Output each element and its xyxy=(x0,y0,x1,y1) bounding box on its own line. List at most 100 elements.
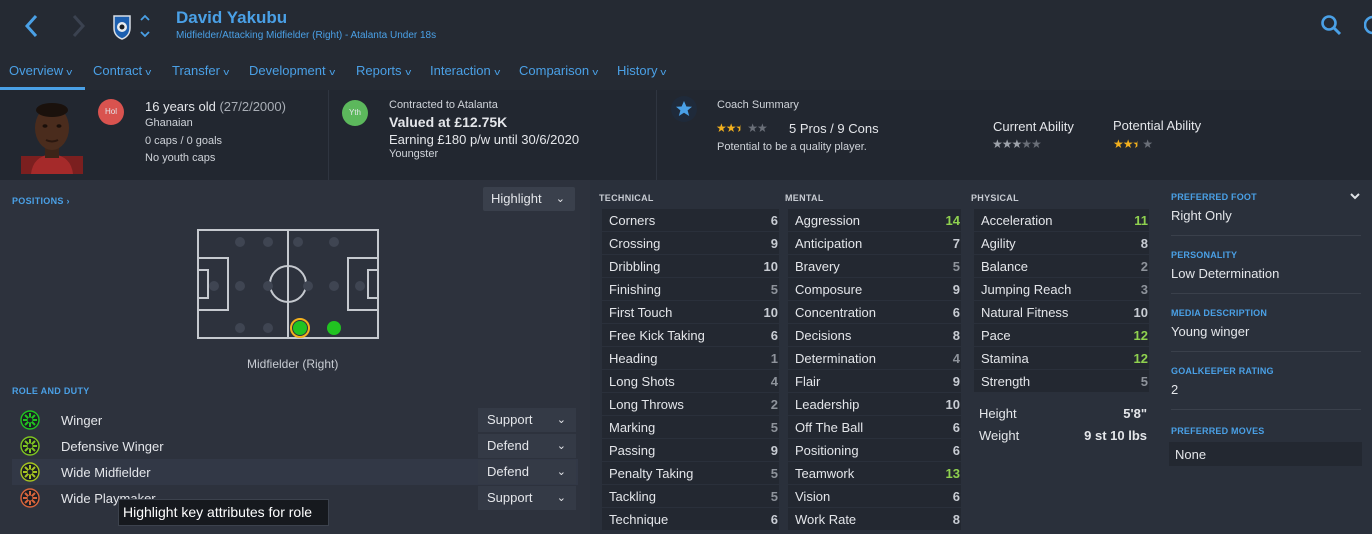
role-suitability-icon xyxy=(20,410,40,430)
divider xyxy=(1171,293,1361,294)
attribute-row[interactable]: Finishing 5 xyxy=(602,278,779,300)
attribute-value: 2 xyxy=(1140,259,1148,274)
divider xyxy=(1171,235,1361,236)
chevron-down-icon: v xyxy=(404,67,411,77)
tab-overview[interactable]: Overview v xyxy=(9,63,72,78)
tab-development[interactable]: Development v xyxy=(249,63,335,78)
attribute-name: Agility xyxy=(981,236,1016,251)
tab-transfer[interactable]: Transfer v xyxy=(172,63,229,78)
attribute-row[interactable]: Natural Fitness 10 xyxy=(974,301,1149,323)
attribute-row[interactable]: Penalty Taking 5 xyxy=(602,462,779,484)
tab-interaction[interactable]: Interaction v xyxy=(430,63,500,78)
collapse-chevron-icon[interactable] xyxy=(1349,189,1361,204)
role-row[interactable]: Winger Support ⌄ xyxy=(12,407,578,433)
attribute-value: 8 xyxy=(952,512,960,527)
age-dob: 16 years old (27/2/2000) xyxy=(145,99,286,114)
tab-history[interactable]: History v xyxy=(617,63,667,78)
attribute-row[interactable]: Balance 2 xyxy=(974,255,1149,277)
attribute-row[interactable]: Bravery 5 xyxy=(788,255,961,277)
attribute-row[interactable]: Passing 9 xyxy=(602,439,779,461)
attribute-row[interactable]: Tackling 5 xyxy=(602,485,779,507)
attribute-name: Crossing xyxy=(609,236,661,251)
tab-reports[interactable]: Reports v xyxy=(356,63,411,78)
attribute-row[interactable]: Teamwork 13 xyxy=(788,462,961,484)
attribute-row[interactable]: Free Kick Taking 6 xyxy=(602,324,779,346)
up-down-chevron-icon[interactable] xyxy=(139,12,151,40)
highlight-dropdown[interactable]: Highlight ⌄ xyxy=(483,187,575,211)
attribute-row[interactable]: Pace 12 xyxy=(974,324,1149,346)
attribute-row[interactable]: Positioning 6 xyxy=(788,439,961,461)
attribute-value: 13 xyxy=(945,466,960,481)
attribute-row[interactable]: Aggression 14 xyxy=(788,209,961,231)
attribute-row[interactable]: Stamina 12 xyxy=(974,347,1149,369)
attribute-row[interactable]: Vision 6 xyxy=(788,485,961,507)
attribute-row[interactable]: Flair 9 xyxy=(788,370,961,392)
positions-panel: POSITIONS › Highlight ⌄ Midfielder (Righ… xyxy=(0,180,590,534)
attribute-name: Finishing xyxy=(609,282,662,297)
attribute-row[interactable]: Acceleration 11 xyxy=(974,209,1149,231)
attribute-row[interactable]: Marking 5 xyxy=(602,416,779,438)
tab-comparison[interactable]: Comparison v xyxy=(519,63,598,78)
attribute-value: 8 xyxy=(1140,236,1148,251)
attribute-row[interactable]: Long Shots 4 xyxy=(602,370,779,392)
attribute-row[interactable]: Technique 6 xyxy=(602,508,779,530)
role-row[interactable]: Defensive Winger Defend ⌄ xyxy=(12,433,578,459)
attribute-row[interactable]: Crossing 9 xyxy=(602,232,779,254)
menu-icon[interactable] xyxy=(1363,14,1372,39)
search-icon[interactable] xyxy=(1320,14,1342,39)
duty-dropdown[interactable]: Support ⌄ xyxy=(478,486,576,510)
hol-badge: Hol xyxy=(98,99,124,125)
player-position-club[interactable]: Midfielder/Attacking Midfielder (Right) … xyxy=(176,30,436,41)
role-list: Winger Support ⌄ Defensive Winger Defend ⌄… xyxy=(12,407,578,511)
attribute-name: Positioning xyxy=(795,443,859,458)
tab-bar: Overview v Contract v Transfer v Developmen… xyxy=(0,53,1372,90)
chevron-down-icon: ⌄ xyxy=(556,466,566,478)
attribute-value: 6 xyxy=(952,305,960,320)
attribute-name: Stamina xyxy=(981,351,1029,366)
chevron-down-icon: ⌄ xyxy=(556,414,566,426)
duty-dropdown[interactable]: Defend ⌄ xyxy=(478,434,576,458)
attribute-value: 5 xyxy=(770,466,778,481)
attribute-value: 5 xyxy=(770,420,778,435)
height-label: Height xyxy=(979,406,1017,421)
positions-label[interactable]: POSITIONS › xyxy=(12,196,70,206)
attribute-row[interactable]: Concentration 6 xyxy=(788,301,961,323)
attribute-value: 9 xyxy=(770,236,778,251)
club-crest-icon[interactable] xyxy=(112,12,132,40)
position-text: Midfielder (Right) xyxy=(247,357,339,371)
attribute-row[interactable]: Heading 1 xyxy=(602,347,779,369)
duty-dropdown[interactable]: Support ⌄ xyxy=(478,408,576,432)
role-suitability-icon xyxy=(20,436,40,456)
attribute-row[interactable]: Determination 4 xyxy=(788,347,961,369)
role-row[interactable]: Wide Midfielder Defend ⌄ xyxy=(12,459,578,485)
attribute-row[interactable]: Agility 8 xyxy=(974,232,1149,254)
attribute-row[interactable]: Long Throws 2 xyxy=(602,393,779,415)
tab-contract[interactable]: Contract v xyxy=(93,63,151,78)
attribute-row[interactable]: Dribbling 10 xyxy=(602,255,779,277)
attribute-row[interactable]: Anticipation 7 xyxy=(788,232,961,254)
attribute-row[interactable]: First Touch 10 xyxy=(602,301,779,323)
attribute-value: 11 xyxy=(1134,213,1148,228)
attribute-name: Flair xyxy=(795,374,821,389)
attribute-row[interactable]: Decisions 8 xyxy=(788,324,961,346)
attribute-row[interactable]: Off The Ball 6 xyxy=(788,416,961,438)
attribute-value: 6 xyxy=(952,443,960,458)
forward-arrow-icon[interactable] xyxy=(68,12,88,40)
attribute-row[interactable]: Jumping Reach 3 xyxy=(974,278,1149,300)
main-content: POSITIONS › Highlight ⌄ Midfielder (Righ… xyxy=(0,180,1372,534)
duty-dropdown[interactable]: Defend ⌄ xyxy=(478,460,576,484)
attribute-name: Vision xyxy=(795,489,831,504)
attribute-row[interactable]: Strength 5 xyxy=(974,370,1149,392)
attribute-row[interactable]: Corners 6 xyxy=(602,209,779,231)
role-name: Winger xyxy=(61,413,103,428)
attribute-name: Work Rate xyxy=(795,512,857,527)
attribute-row[interactable]: Leadership 10 xyxy=(788,393,961,415)
player-profile-screen: David Yakubu Midfielder/Attacking Midfie… xyxy=(0,0,1372,534)
attribute-row[interactable]: Work Rate 8 xyxy=(788,508,961,530)
physical-attributes: PHYSICAL Height 5'8" Weight 9 st 10 lbs … xyxy=(971,180,1157,534)
attribute-value: 10 xyxy=(1133,305,1148,320)
attribute-row[interactable]: Composure 9 xyxy=(788,278,961,300)
attribute-name: Long Throws xyxy=(609,397,684,412)
attribute-name: First Touch xyxy=(609,305,673,320)
back-arrow-icon[interactable] xyxy=(22,12,42,40)
